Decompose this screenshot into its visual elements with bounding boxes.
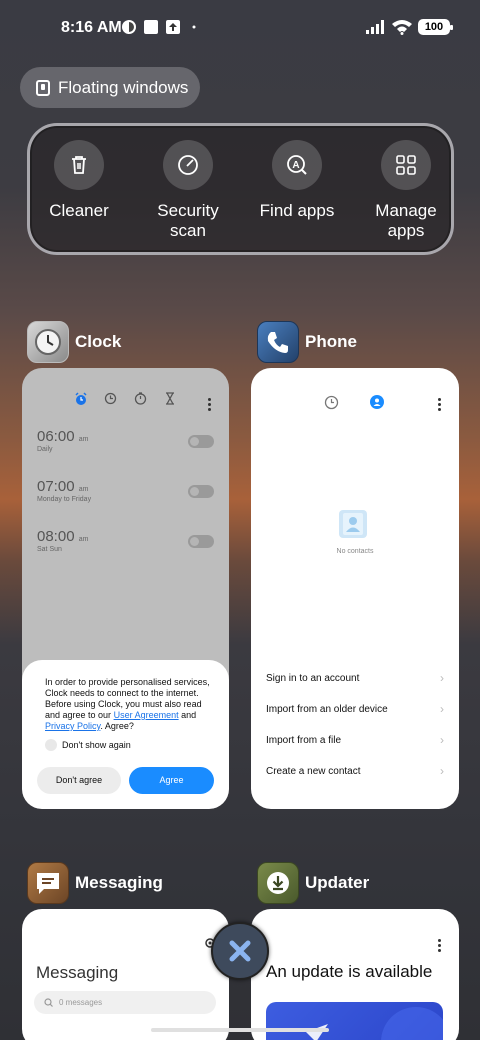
alarm-ampm: am bbox=[78, 486, 89, 493]
search-icon bbox=[44, 998, 53, 1007]
floating-window-icon bbox=[36, 79, 50, 96]
find-apps-button[interactable]: A Find apps bbox=[242, 140, 352, 221]
find-apps-icon: A bbox=[272, 140, 322, 190]
import-older-device-row[interactable]: Import from an older device › bbox=[266, 702, 444, 716]
phone-app-icon bbox=[257, 321, 299, 363]
updater-app-header[interactable]: Updater bbox=[257, 861, 369, 905]
updater-app-icon bbox=[257, 862, 299, 904]
sign-in-account-row[interactable]: Sign in to an account › bbox=[266, 671, 444, 685]
chevron-right-icon: › bbox=[440, 702, 444, 716]
floating-windows-label: Floating windows bbox=[58, 77, 189, 97]
dialog-end: . Agree? bbox=[100, 721, 134, 731]
security-scan-icon bbox=[163, 140, 213, 190]
messaging-app-name: Messaging bbox=[75, 873, 163, 892]
phone-more-icon[interactable] bbox=[438, 398, 441, 411]
clock-more-icon[interactable] bbox=[208, 398, 211, 411]
privacy-policy-link[interactable]: Privacy Policy bbox=[45, 721, 100, 731]
trash-icon bbox=[54, 140, 104, 190]
alarm-item[interactable]: 07:00 am Monday to Friday bbox=[37, 478, 91, 503]
alarm-time: 07:00 bbox=[37, 478, 75, 495]
alarm-repeat: Daily bbox=[37, 446, 53, 453]
world-clock-tab-icon[interactable] bbox=[104, 392, 117, 405]
chevron-right-icon: › bbox=[440, 671, 444, 685]
alarm-ampm: am bbox=[78, 436, 89, 443]
data-saver-icon bbox=[122, 20, 136, 34]
messaging-app-header[interactable]: Messaging bbox=[27, 861, 163, 905]
cleaner-button[interactable]: Cleaner bbox=[24, 140, 134, 221]
contacts-tab-icon[interactable] bbox=[370, 395, 384, 409]
security-scan-label: Security scan bbox=[157, 201, 219, 240]
close-icon bbox=[229, 940, 251, 962]
phone-app-name: Phone bbox=[305, 332, 357, 351]
wifi-icon bbox=[392, 20, 412, 35]
alarm-repeat: Sat Sun bbox=[37, 546, 62, 553]
empty-contacts-icon bbox=[339, 510, 367, 538]
message-search-field[interactable]: 0 messages bbox=[34, 991, 216, 1014]
clock-app-card[interactable]: 06:00 am Daily 07:00 am Monday to Friday… bbox=[22, 368, 229, 809]
alarm-item[interactable]: 08:00 am Sat Sun bbox=[37, 528, 88, 553]
dot-icon bbox=[192, 25, 196, 29]
alarm-time: 06:00 bbox=[37, 428, 75, 445]
internet-permission-dialog: In order to provide personalised service… bbox=[22, 660, 229, 809]
user-agreement-link[interactable]: User Agreement bbox=[114, 710, 179, 720]
alarm-tab-icon[interactable] bbox=[74, 392, 88, 406]
updater-app-card[interactable]: An update is available bbox=[251, 909, 459, 1040]
security-scan-button[interactable]: Security scan bbox=[133, 140, 243, 241]
upload-icon bbox=[166, 20, 180, 34]
home-indicator[interactable] bbox=[151, 1028, 329, 1032]
agree-button[interactable]: Agree bbox=[129, 767, 214, 794]
chevron-right-icon: › bbox=[440, 733, 444, 747]
phone-app-card[interactable]: No contacts Sign in to an account › Impor… bbox=[251, 368, 459, 809]
grid-icon bbox=[381, 140, 431, 190]
row-label: Sign in to an account bbox=[266, 672, 360, 684]
clock-app-name: Clock bbox=[75, 332, 122, 351]
cleaner-label: Cleaner bbox=[49, 201, 109, 220]
quick-actions-panel: Cleaner Security scan A Find apps Manage… bbox=[27, 123, 454, 255]
alarm-toggle[interactable] bbox=[188, 435, 214, 448]
create-contact-row[interactable]: Create a new contact › bbox=[266, 764, 444, 778]
checkbox-icon bbox=[45, 739, 57, 751]
messaging-app-icon bbox=[27, 862, 69, 904]
chevron-right-icon: › bbox=[440, 764, 444, 778]
search-placeholder: 0 messages bbox=[59, 998, 103, 1007]
alarm-repeat: Monday to Friday bbox=[37, 496, 92, 503]
import-file-row[interactable]: Import from a file › bbox=[266, 733, 444, 747]
dialog-and: and bbox=[181, 710, 197, 720]
clock-app-header[interactable]: Clock bbox=[27, 320, 121, 364]
updater-more-icon[interactable] bbox=[438, 939, 441, 952]
checkbox-label: Don't show again bbox=[62, 739, 131, 750]
battery-icon: 100 bbox=[418, 19, 453, 35]
recents-tab-icon[interactable] bbox=[324, 395, 339, 410]
manage-apps-button[interactable]: Manage apps bbox=[351, 140, 461, 241]
update-title: An update is available bbox=[266, 962, 433, 981]
manage-apps-label: Manage apps bbox=[375, 201, 437, 240]
signal-icon bbox=[366, 20, 384, 34]
messaging-app-card[interactable]: Messaging 0 messages bbox=[22, 909, 229, 1040]
row-label: Import from a file bbox=[266, 734, 342, 746]
row-label: Create a new contact bbox=[266, 765, 361, 777]
clock-app-icon bbox=[27, 321, 69, 363]
timer-tab-icon[interactable] bbox=[164, 392, 176, 405]
alarm-toggle[interactable] bbox=[188, 485, 214, 498]
updater-app-name: Updater bbox=[305, 873, 370, 892]
alarm-toggle[interactable] bbox=[188, 535, 214, 548]
stopwatch-tab-icon[interactable] bbox=[134, 392, 147, 405]
dont-show-again-checkbox[interactable]: Don't show again bbox=[45, 739, 131, 751]
update-banner-image bbox=[266, 1002, 443, 1040]
clear-all-button[interactable] bbox=[211, 922, 269, 980]
svg-text:A: A bbox=[292, 160, 299, 171]
dont-agree-button[interactable]: Don't agree bbox=[37, 767, 121, 794]
alarm-item[interactable]: 06:00 am Daily bbox=[37, 428, 88, 453]
alarm-time: 08:00 bbox=[37, 528, 75, 545]
phone-app-header[interactable]: Phone bbox=[257, 320, 357, 364]
notification-square-icon bbox=[144, 20, 158, 34]
floating-windows-button[interactable]: Floating windows bbox=[20, 67, 200, 108]
status-bar: 8:16 AM 100 bbox=[0, 0, 480, 56]
messaging-title: Messaging bbox=[36, 963, 119, 982]
row-label: Import from an older device bbox=[266, 703, 388, 715]
find-apps-label: Find apps bbox=[259, 201, 335, 220]
status-time: 8:16 AM bbox=[61, 19, 122, 36]
alarm-ampm: am bbox=[78, 536, 89, 543]
no-contacts-label: No contacts bbox=[336, 548, 374, 555]
